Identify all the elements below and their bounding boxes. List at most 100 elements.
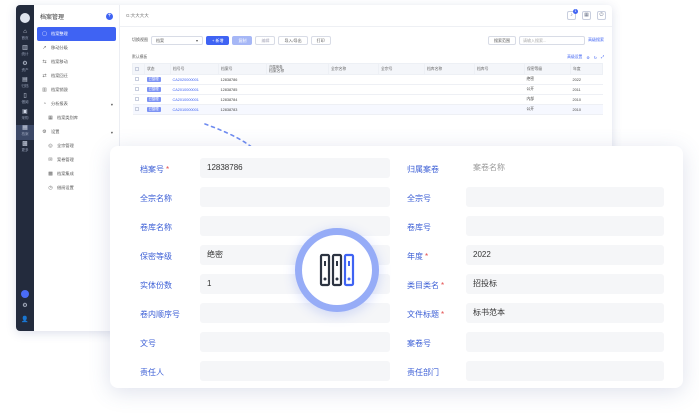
avatar[interactable]	[20, 13, 30, 23]
row-checkbox[interactable]	[132, 84, 145, 95]
rail-item-gear[interactable]: ⚙ 资产	[16, 61, 34, 76]
bell-icon[interactable]: ♪ 1	[567, 9, 578, 20]
table-row[interactable]: 已整理 CA2020000001 12838786 绝密 2022	[132, 74, 603, 85]
select-all-header[interactable]	[132, 63, 145, 75]
number-cell: 12838784	[218, 94, 267, 105]
chevron-down-icon: ▾	[110, 129, 113, 135]
sidebar-item[interactable]: ⇆ 档案移动	[34, 55, 119, 69]
toolbar: 切换视图 档案 ▾ + 新增 复制 编辑 导入/导出 打印 搜索范围 请输入搜索.…	[132, 34, 604, 46]
form-field-input[interactable]	[466, 187, 664, 207]
column-header[interactable]: 档案号	[218, 63, 267, 75]
table-row[interactable]: 已整理 CA2010000001 12838785 公开 2011	[132, 84, 603, 95]
form-field-input[interactable]	[200, 303, 390, 323]
sidebar-item[interactable]: ▥ 档案销毁	[34, 83, 119, 97]
code-link[interactable]: CA2020000001	[170, 74, 219, 85]
column-header[interactable]: 全宗号	[378, 63, 425, 75]
column-header[interactable]: 年度	[570, 63, 603, 75]
chevron-down-icon: ▾	[195, 37, 198, 43]
cell	[378, 94, 425, 105]
rail-item-archive[interactable]: ▦ 档案	[16, 125, 34, 140]
form-field-input[interactable]: 标书范本	[466, 303, 664, 323]
power-icon[interactable]: ⏻	[597, 11, 606, 20]
new-button[interactable]: + 新增	[206, 35, 230, 45]
table-row[interactable]: 已整理 CA2010000001 12838783 公开 2010	[132, 104, 603, 115]
column-header[interactable]: 档库号	[474, 63, 525, 75]
code-link[interactable]: CA2010000001	[170, 94, 219, 105]
form-field-input[interactable]	[200, 216, 390, 236]
sidebar-item-label: 分析报表	[51, 101, 68, 106]
help-icon[interactable]	[21, 290, 29, 298]
field-label: 卷库号	[407, 223, 431, 232]
edit-button[interactable]: 编辑	[255, 35, 276, 45]
required-mark: *	[441, 281, 445, 290]
column-header[interactable]: 状态	[144, 63, 171, 75]
form-field-input[interactable]: 2022	[466, 245, 664, 265]
form-field-input[interactable]: 案卷名称	[466, 158, 664, 178]
status-badge: 已整理	[146, 77, 161, 82]
fullscreen-icon[interactable]: ⤢	[601, 55, 604, 60]
view-select[interactable]: 档案 ▾	[151, 35, 203, 45]
sidebar-item[interactable]: ▦ 档案类别库	[34, 111, 119, 125]
form-field-input[interactable]: 招投标	[466, 274, 664, 294]
add-icon[interactable]: +	[106, 12, 113, 20]
form-field-input[interactable]	[200, 187, 390, 207]
form-field-input[interactable]	[466, 361, 664, 381]
cell	[266, 94, 329, 105]
sidebar-item[interactable]: ◷ 借阅设置	[34, 181, 119, 195]
sidebar-item[interactable]: ◎ 全宗管理	[34, 139, 119, 153]
refresh-icon[interactable]: ↻	[594, 55, 597, 60]
column-header[interactable]: 档库名称	[424, 63, 475, 75]
form-field-input[interactable]	[200, 361, 390, 381]
rail-item-folder[interactable]: ▤ 归档	[16, 77, 34, 92]
sidebar-item[interactable]: ▩ 档案集成	[34, 167, 119, 181]
form-field-input[interactable]	[466, 216, 664, 236]
rail-item-book[interactable]: ▯ 借阅	[16, 93, 34, 108]
template-select[interactable]: 默认模板	[132, 55, 147, 60]
search-scope-select[interactable]: 搜索范围	[488, 35, 516, 45]
rail-item-bar-chart[interactable]: ▥ 统计	[16, 45, 34, 60]
field-label: 卷内顺序号	[140, 310, 180, 319]
table-row[interactable]: 已整理 CA2010000001 12838784 内部 2010	[132, 94, 603, 105]
advanced-search-link[interactable]: 高级搜索	[588, 37, 604, 43]
code-link[interactable]: CA2010000001	[170, 84, 219, 95]
sidebar-item[interactable]: ↗ 移动分级	[34, 41, 119, 55]
row-checkbox[interactable]	[132, 94, 145, 105]
column-header[interactable]: 保密等级	[524, 63, 571, 75]
row-checkbox[interactable]	[132, 104, 145, 115]
trend-icon: ↗	[42, 45, 47, 51]
sidebar-item[interactable]: ⚙ 设置 ▾	[34, 125, 119, 139]
breadcrumb[interactable]: G:大大大大	[126, 13, 561, 19]
sidebar-item[interactable]: ⇄ 档案回迁	[34, 69, 119, 83]
row-checkbox[interactable]	[132, 74, 145, 85]
rail-item-home[interactable]: ⌂ 首页	[16, 29, 34, 44]
rail-item-label: 档案	[21, 132, 29, 136]
copy-button[interactable]: 复制	[232, 35, 253, 45]
sidebar-item-label: 借阅设置	[57, 185, 74, 190]
sidebar-item-label: 档案整理	[51, 31, 68, 36]
sidebar-item[interactable]: ▢ 档案整理	[37, 27, 116, 41]
search-input[interactable]: 请输入搜索...	[519, 35, 585, 45]
gear-icon[interactable]: ⚙	[586, 55, 589, 60]
rail-item-grid[interactable]: ▩ 更多	[16, 141, 34, 156]
form-field-input[interactable]: 12838786	[200, 158, 390, 178]
sidebar-item[interactable]: ◔ 分析报表 ▾	[34, 97, 119, 111]
settings-rail-icon[interactable]: ⚙	[16, 303, 34, 310]
form-field-input[interactable]	[200, 332, 390, 352]
import-export-button[interactable]: 导入/导出	[278, 35, 308, 45]
advanced-settings-link[interactable]: 高级设置	[567, 55, 582, 60]
column-header[interactable]: 归属案卷 档案名称	[266, 63, 329, 75]
user-rail-icon[interactable]: 👤	[16, 317, 34, 324]
apps-icon[interactable]: ▦	[582, 11, 591, 20]
column-header[interactable]: 全宗名称	[328, 63, 379, 75]
rail-item-briefcase[interactable]: ▣ 采购	[16, 109, 34, 124]
print-button[interactable]: 打印	[310, 35, 331, 45]
code-link[interactable]: CA2010000001	[170, 104, 219, 115]
column-header[interactable]: 档号号	[170, 63, 219, 75]
secret-cell: 公开	[524, 104, 571, 115]
required-mark: *	[425, 252, 429, 261]
sidebar-item[interactable]: ✉ 案卷管理	[34, 153, 119, 167]
form-field-input[interactable]	[466, 332, 664, 352]
field-label: 文号	[140, 339, 156, 348]
briefcase-icon: ▣	[22, 109, 28, 115]
cell	[474, 104, 525, 115]
